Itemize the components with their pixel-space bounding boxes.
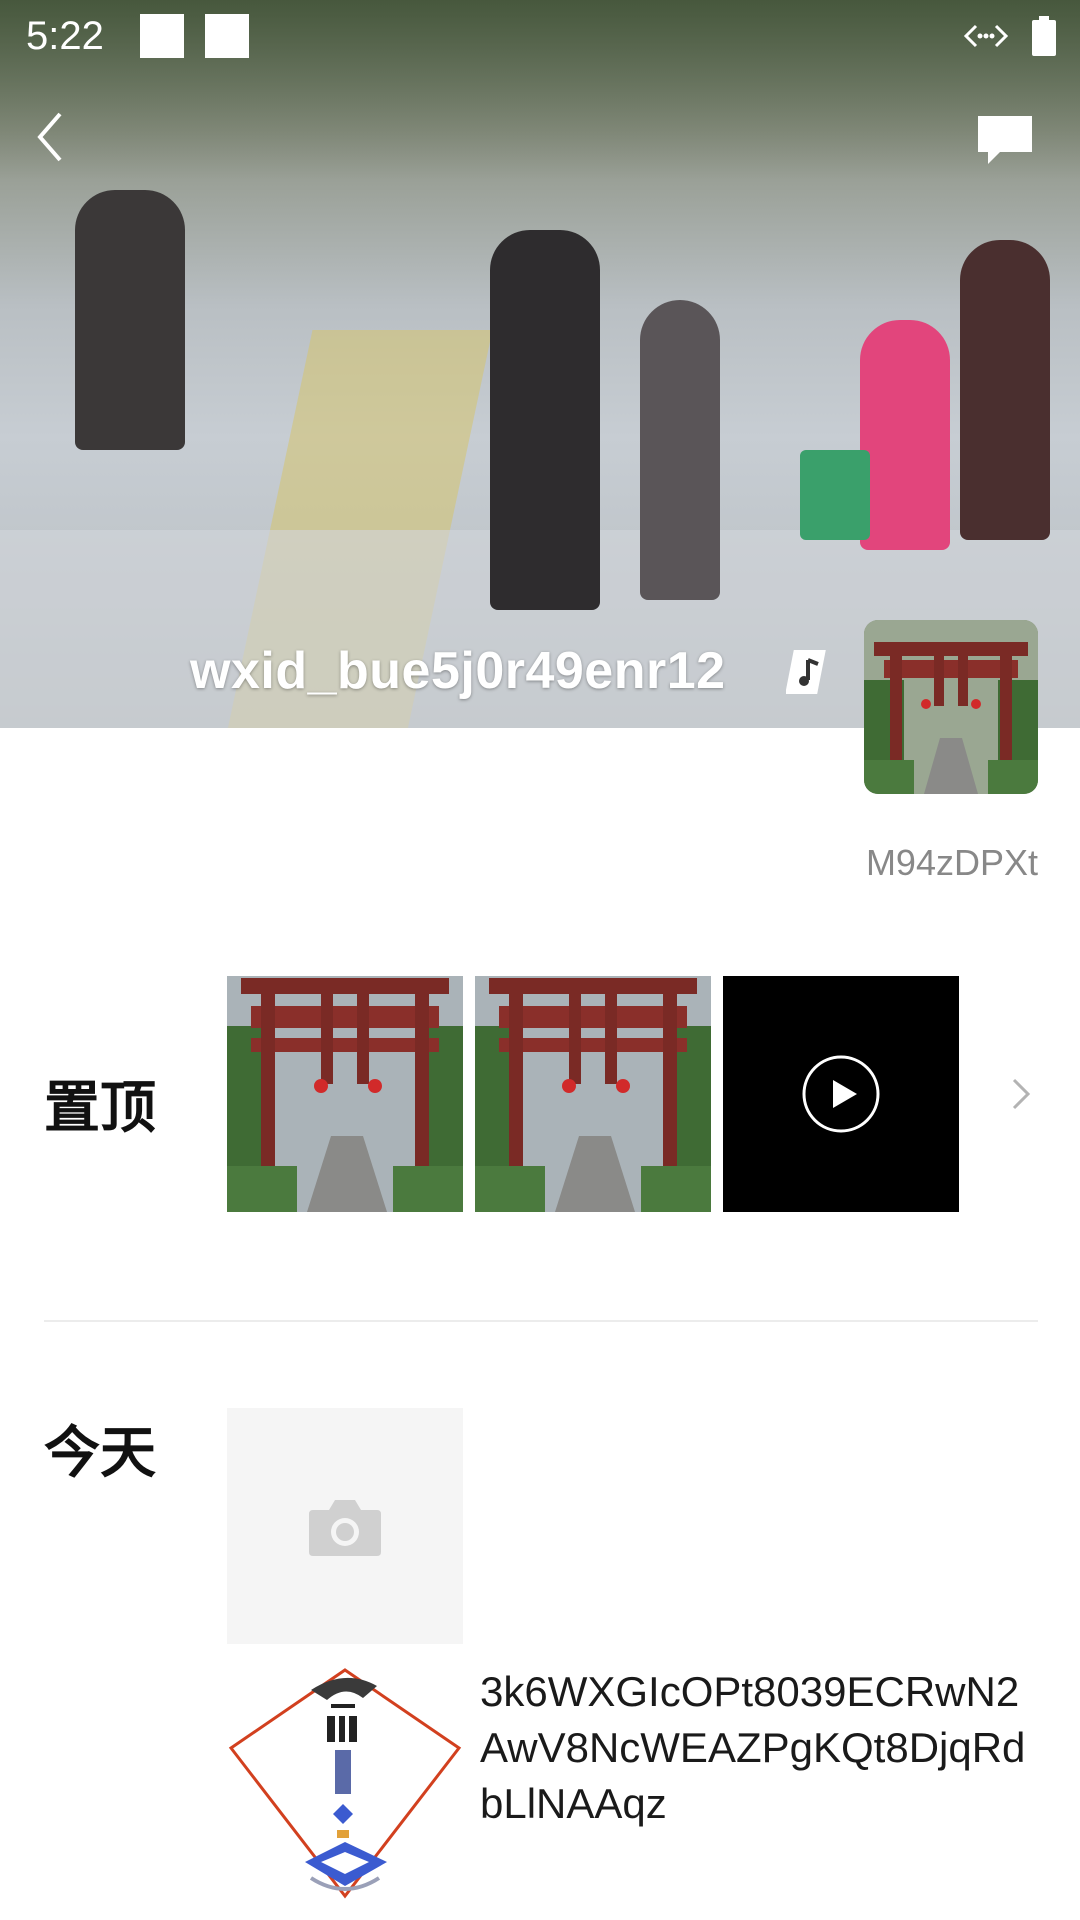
cover-figure [490,230,600,610]
pinned-photo-thumb[interactable] [475,976,711,1212]
status-time: 5:22 [26,14,104,58]
post-image-thumb[interactable] [227,1664,463,1900]
pinned-video-thumb[interactable] [723,976,959,1212]
section-label-today: 今天 [44,1421,156,1484]
profile-username: wxid_bue5j0r49enr12 [190,642,726,700]
camera-icon [309,1500,381,1556]
avatar[interactable] [864,620,1038,794]
cover-figure [75,190,185,450]
cover-figure [960,240,1050,540]
section-label-pinned: 置顶 [44,1076,156,1139]
cover-figure [800,450,870,540]
play-icon [802,1055,880,1133]
chevron-right-icon[interactable] [1006,1074,1034,1114]
status-bar: 5:22 [0,0,1080,72]
pinned-photo-thumb[interactable] [227,976,463,1212]
comment-icon[interactable] [974,112,1036,168]
back-button[interactable] [30,108,74,166]
section-divider [44,1320,1038,1322]
battery-icon [1032,16,1056,56]
notification-icon [205,14,249,58]
profile-signature: M94zDPXt [865,842,1038,883]
network-arrows-icon [963,24,1009,48]
add-post-camera-tile[interactable] [227,1408,463,1644]
cover-photo[interactable] [0,0,1080,728]
music-note-icon[interactable] [786,648,832,696]
notification-icon [140,14,184,58]
post-text[interactable]: 3k6WXGIcOPt8039ECRwN2AwV8NcWEAZPgKQt8Djq… [480,1664,1040,1832]
cover-figure [860,320,950,550]
cover-figure [640,300,720,600]
